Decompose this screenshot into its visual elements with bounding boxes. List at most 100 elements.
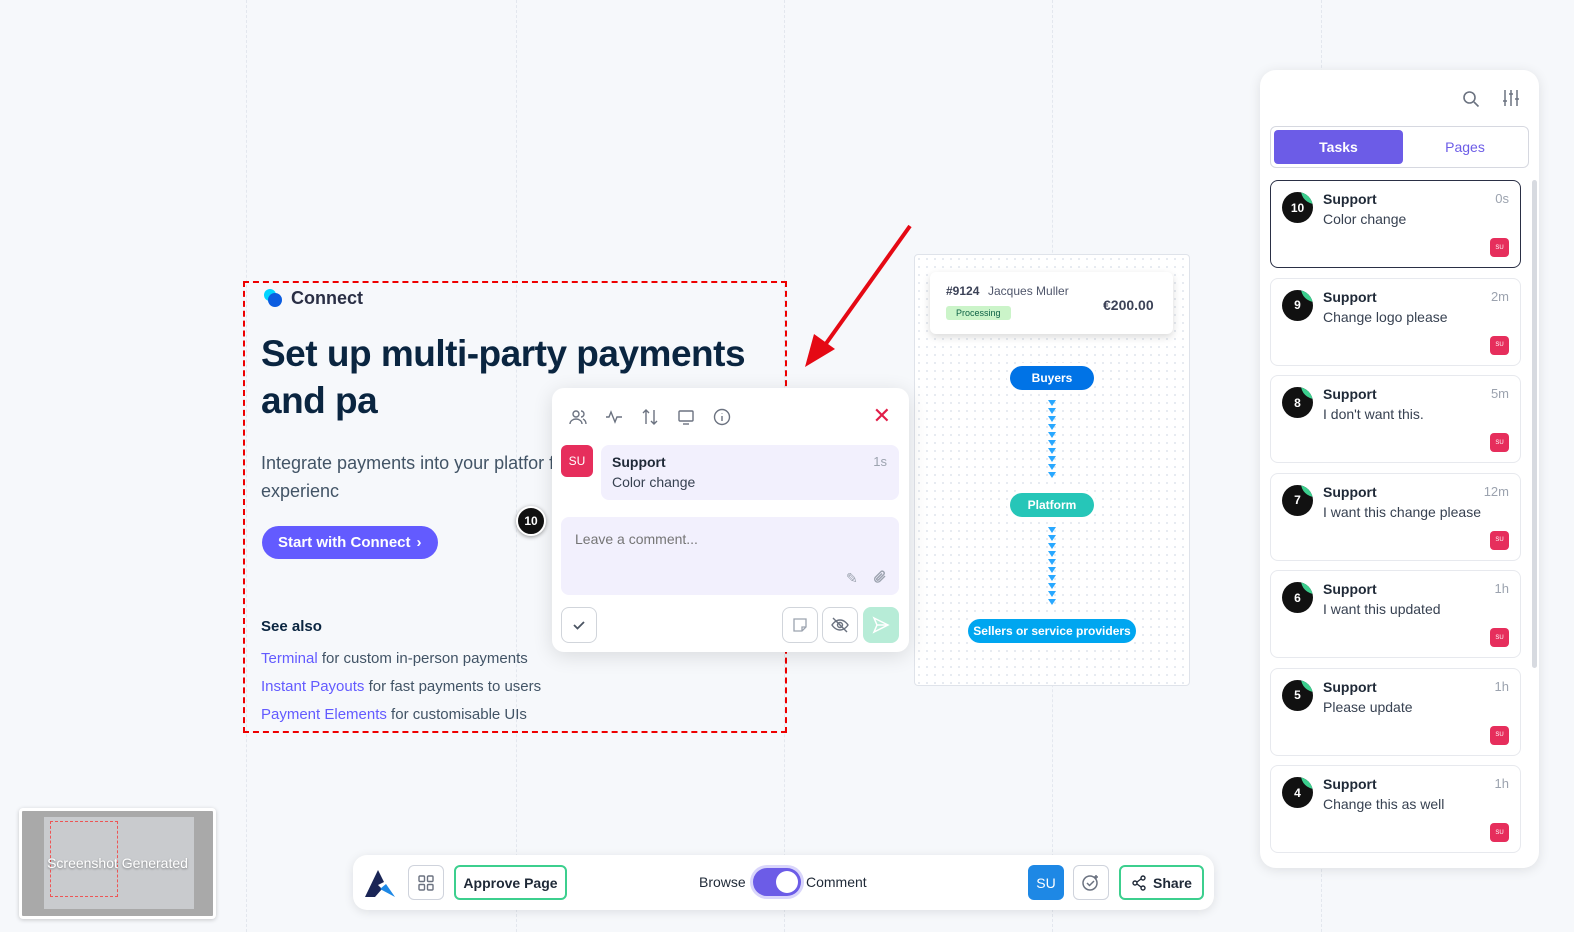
marker-number: 10: [524, 514, 538, 528]
activity-icon[interactable]: [605, 408, 623, 426]
task-card[interactable]: 5 Support 1h Please update SU: [1270, 667, 1521, 756]
app-logo-icon[interactable]: [363, 867, 397, 904]
task-text: Color change: [1323, 211, 1407, 227]
monitor-icon[interactable]: [677, 408, 695, 426]
info-icon[interactable]: [713, 408, 731, 426]
paperclip-icon[interactable]: [872, 569, 888, 588]
node-platform: Platform: [1010, 493, 1094, 517]
comment-marker[interactable]: 10: [516, 506, 546, 536]
tab-switcher: Tasks Pages: [1270, 126, 1529, 168]
task-time: 1h: [1494, 678, 1509, 694]
task-time: 0s: [1495, 191, 1509, 206]
task-panel: Tasks Pages 10 Support 0s Color change SU 9 Su…: [1260, 70, 1539, 868]
eye-off-button[interactable]: [822, 607, 858, 643]
see-also-desc: for fast payments to users: [364, 678, 542, 695]
task-number-badge: 9: [1282, 289, 1313, 321]
node-sellers: Sellers or service providers: [968, 619, 1136, 643]
payment-elements-link[interactable]: Payment Elements: [261, 706, 387, 723]
close-icon[interactable]: ✕: [873, 405, 891, 427]
task-author: Support: [1323, 581, 1377, 597]
order-customer: Jacques Muller: [988, 284, 1069, 298]
task-avatar: SU: [1490, 530, 1509, 550]
task-author: Support: [1323, 678, 1377, 695]
task-avatar: SU: [1490, 823, 1509, 842]
approve-page-button[interactable]: Approve Page: [454, 865, 567, 900]
task-avatar: SU: [1490, 238, 1509, 257]
task-card[interactable]: 7 Support 12m I want this change please SU: [1270, 472, 1521, 561]
task-avatar: SU: [1490, 335, 1509, 355]
bottom-toolbar: Approve Page Browse Comment SU Share: [353, 855, 1214, 910]
tab-pages[interactable]: Pages: [1403, 130, 1527, 164]
task-card[interactable]: 9 Support 2m Change logo please SU: [1270, 277, 1521, 366]
task-time: 5m: [1490, 386, 1509, 401]
task-text: I don't want this.: [1323, 406, 1424, 422]
start-with-connect-button[interactable]: Start with Connect ›: [262, 526, 438, 559]
users-icon[interactable]: [569, 408, 587, 426]
check-circle-button[interactable]: [1073, 865, 1109, 900]
tab-tasks[interactable]: Tasks: [1274, 130, 1403, 164]
share-label: Share: [1153, 874, 1192, 891]
share-button[interactable]: Share: [1119, 865, 1204, 900]
edit-icon[interactable]: ✎: [846, 570, 858, 587]
task-text: I want this updated: [1323, 601, 1441, 617]
filter-sliders-icon[interactable]: [1501, 88, 1521, 113]
task-card[interactable]: 6 Support 1h I want this updated SU: [1270, 570, 1521, 658]
sticky-note-button[interactable]: [782, 607, 818, 643]
task-number-badge: 6: [1282, 582, 1313, 613]
connect-logo-icon: [264, 289, 282, 307]
thumbnail-label: Screenshot Generated: [47, 855, 188, 871]
comment-author: Support: [612, 454, 666, 470]
task-time: 12m: [1483, 483, 1509, 499]
comment-text: Color change: [612, 474, 696, 490]
search-icon[interactable]: [1462, 90, 1480, 113]
grid-view-button[interactable]: [408, 865, 444, 900]
task-number-badge: 4: [1282, 777, 1313, 808]
task-time: 2m: [1490, 288, 1509, 304]
order-id: #9124: [946, 284, 980, 298]
screenshot-thumbnail[interactable]: Screenshot Generated: [19, 808, 216, 919]
flow-connector: [1048, 400, 1056, 478]
task-text: Change logo please: [1323, 308, 1448, 325]
start-button-label: Start with Connect: [278, 534, 411, 551]
user-avatar-button[interactable]: SU: [1028, 865, 1064, 900]
task-author: Support: [1323, 386, 1377, 402]
scrollbar[interactable]: [1532, 180, 1537, 668]
see-also-desc: for customisable UIs: [386, 706, 527, 723]
comment-popup: ✕ SU Support 1s Color change ✎: [552, 388, 909, 652]
see-also-item: Instant Payouts for fast payments to use…: [261, 678, 541, 695]
see-also-item: Terminal for custom in-person payments: [261, 650, 528, 667]
browse-comment-toggle[interactable]: [753, 868, 801, 896]
task-author: Support: [1323, 483, 1377, 500]
task-author: Support: [1323, 191, 1377, 207]
task-card[interactable]: 4 Support 1h Change this as well SU: [1270, 765, 1521, 853]
task-avatar: SU: [1490, 725, 1509, 745]
avatar: SU: [561, 445, 593, 477]
send-button[interactable]: [863, 607, 899, 643]
product-name: Connect: [291, 288, 363, 308]
task-number-badge: 8: [1282, 387, 1313, 418]
task-card[interactable]: 8 Support 5m I don't want this. SU: [1270, 375, 1521, 463]
order-status-badge: Processing: [946, 306, 1011, 320]
see-also-item: Payment Elements for customisable UIs: [261, 706, 527, 723]
sort-icon[interactable]: [641, 408, 659, 426]
comment-bubble: Support 1s Color change: [601, 445, 899, 500]
task-text: I want this change please: [1323, 503, 1481, 520]
see-also-desc: for custom in-person payments: [317, 650, 528, 667]
task-text: Change this as well: [1323, 796, 1445, 812]
task-time: 1h: [1494, 581, 1509, 596]
order-amount: €200.00: [1103, 297, 1154, 313]
task-author: Support: [1323, 288, 1377, 305]
task-number-badge: 7: [1282, 484, 1313, 516]
task-number-badge: 10: [1282, 192, 1313, 223]
task-avatar: SU: [1490, 628, 1509, 647]
share-icon: [1132, 874, 1146, 891]
see-also-title: See also: [261, 618, 322, 635]
node-buyers: Buyers: [1010, 366, 1094, 390]
resolve-check-button[interactable]: [561, 607, 597, 643]
flow-connector: [1048, 527, 1056, 605]
task-card[interactable]: 10 Support 0s Color change SU: [1270, 180, 1521, 268]
chevron-right-icon: ›: [416, 534, 422, 551]
comment-time: 1s: [873, 454, 887, 469]
terminal-link[interactable]: Terminal: [261, 650, 318, 667]
instant-payouts-link[interactable]: Instant Payouts: [261, 678, 364, 695]
